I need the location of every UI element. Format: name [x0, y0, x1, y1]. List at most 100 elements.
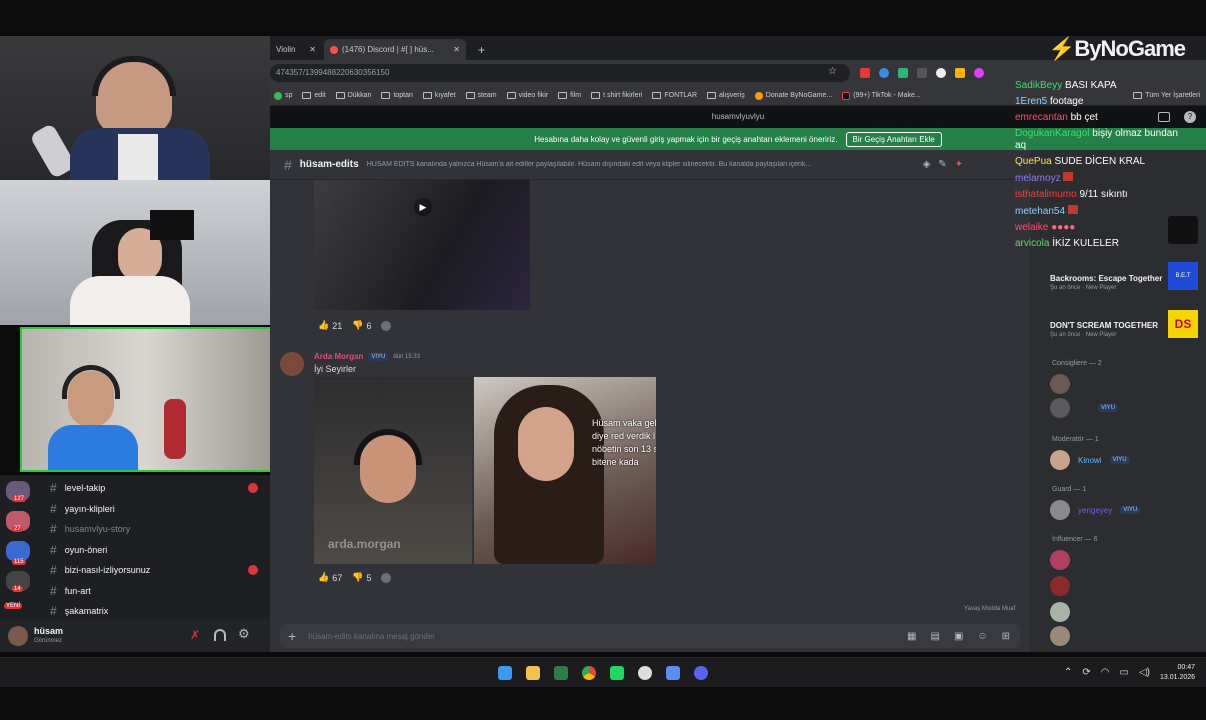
member-row[interactable]: [1050, 576, 1070, 596]
reaction-thumbs-down[interactable]: 👎 5: [352, 572, 371, 583]
message-input[interactable]: + hüsam-edits kanalına mesaj gönder ▦ ▤ ▣ ☺…: [280, 624, 1020, 648]
clock[interactable]: 00:47 13.01.2026: [1160, 663, 1195, 683]
video-attachment-left[interactable]: arda.morgan: [314, 377, 472, 564]
section-moderator: Moderatör — 1: [1052, 436, 1099, 443]
channel-topic[interactable]: HÜSAM EDİTS kanalında yalnızca Hüsam'a a…: [367, 161, 907, 168]
avatar: [1050, 550, 1070, 570]
close-icon[interactable]: ✕: [309, 45, 316, 54]
bookmark-film[interactable]: film: [558, 92, 581, 99]
channel-yayin-klipleri[interactable]: # yayın-klipleri: [50, 502, 115, 516]
bookmark-alisveris[interactable]: alışveriş: [707, 92, 745, 99]
activity-card[interactable]: Backrooms: Escape Together Şu an önce · N…: [1050, 274, 1162, 291]
server-icon[interactable]: [6, 541, 30, 561]
app-icon[interactable]: [554, 666, 568, 680]
url-input[interactable]: 474357/1399488220630356150: [270, 64, 850, 82]
app-icon[interactable]: [666, 666, 680, 680]
bookmark-donate[interactable]: Donate ByNoGame...: [754, 91, 832, 100]
gif-icon[interactable]: ▤: [930, 631, 939, 642]
file-explorer-icon[interactable]: [526, 666, 540, 680]
member-row[interactable]: [1050, 550, 1070, 570]
channel-bizi-nasil[interactable]: # bizi-nasıl-izliyorsunuz: [50, 563, 150, 577]
hashtag-icon: #: [50, 481, 57, 495]
folder-icon: [707, 92, 717, 99]
gift-icon[interactable]: ▦: [907, 631, 916, 642]
add-reaction-icon[interactable]: [381, 572, 392, 583]
reaction-row: 👍 21 👎 6: [318, 320, 392, 331]
star-icon[interactable]: ☆: [828, 66, 837, 77]
chat-message: isthatalimumo 9/11 sıkıntı: [1015, 189, 1128, 200]
bookmark-video-fikir[interactable]: video fikir: [506, 92, 548, 99]
channel-oyun-oneri[interactable]: # oyun-öneri: [50, 543, 107, 557]
rcb-game-icon: [1168, 216, 1198, 244]
emoji-icon[interactable]: ☺: [977, 631, 987, 642]
plus-icon[interactable]: +: [288, 628, 296, 644]
sticker-icon[interactable]: ▣: [954, 631, 963, 642]
sync-icon[interactable]: ⟳: [1082, 667, 1090, 678]
reaction-thumbs-down[interactable]: 👎 6: [352, 320, 371, 331]
tab-violin[interactable]: Violin ✕: [270, 39, 322, 60]
reaction-row: 👍 67 👎 5: [318, 572, 392, 583]
avatar[interactable]: [280, 352, 304, 376]
author-name[interactable]: Arda Morgan: [314, 352, 363, 361]
bookmark-edit[interactable]: edit: [302, 92, 326, 99]
channel-fun-art[interactable]: # fun-art: [50, 584, 91, 598]
member-row[interactable]: [1050, 374, 1070, 394]
hashtag-icon: #: [50, 584, 57, 598]
reaction-thumbs-up[interactable]: 👍 67: [318, 572, 342, 583]
bookmark-fontlar[interactable]: FONTLAR: [652, 92, 697, 99]
add-passkey-button[interactable]: Bir Geçiş Anahtarı Ekle: [845, 131, 942, 147]
video-attachment-right[interactable]: Hüsam vaka gel diye red verdik l nöbetin…: [474, 377, 656, 564]
volume-icon[interactable]: ◁): [1139, 667, 1150, 678]
webcam-streamer-2: [0, 180, 270, 325]
channel-level-takip[interactable]: # level-takip: [50, 481, 105, 495]
bookmark-tiktok[interactable]: (99+) TikTok - Make...: [842, 91, 921, 100]
bookmark-tshirt[interactable]: t shirt fikirleri: [591, 92, 642, 99]
avatar: [1050, 398, 1070, 418]
member-row[interactable]: Kinowi VIYU: [1050, 450, 1130, 470]
shirt: [118, 134, 158, 180]
avatar[interactable]: [8, 626, 28, 646]
bookmark-kiyafet[interactable]: kıyafet: [422, 92, 456, 99]
bookmark-sp[interactable]: sp: [274, 91, 292, 100]
app-icon[interactable]: [638, 666, 652, 680]
headphones-icon[interactable]: [214, 629, 226, 641]
bookmark-dukkan[interactable]: Dükkan: [335, 92, 371, 99]
mute-icon[interactable]: ✎: [938, 159, 946, 170]
start-icon[interactable]: [498, 666, 512, 680]
pin-icon[interactable]: ✦: [955, 159, 963, 170]
wifi-icon[interactable]: ◠: [1101, 667, 1110, 678]
reaction-thumbs-up[interactable]: 👍 21: [318, 320, 342, 331]
monitor-icon[interactable]: ▭: [1120, 667, 1129, 678]
bookmark-steam[interactable]: steam: [465, 92, 497, 99]
activity-card[interactable]: DON'T SCREAM TOGETHER Şu an önce · New Pl…: [1050, 321, 1158, 338]
discord-icon[interactable]: [694, 666, 708, 680]
help-icon[interactable]: ?: [1184, 111, 1196, 123]
add-reaction-icon[interactable]: [381, 320, 392, 331]
folder-icon: [335, 92, 345, 99]
mic-muted-icon[interactable]: ✗: [190, 628, 200, 642]
new-tab-button[interactable]: +: [472, 39, 491, 60]
inbox-icon[interactable]: [1158, 112, 1170, 122]
member-row[interactable]: yengeyey VIYU: [1050, 500, 1141, 520]
close-icon[interactable]: ✕: [453, 45, 460, 54]
hashtag-icon: #: [50, 543, 57, 557]
channel-husamvlyu-story[interactable]: # husamvlyu-story: [50, 522, 130, 536]
member-row[interactable]: [1050, 626, 1070, 646]
bookmark-toptan[interactable]: toptan: [381, 92, 413, 99]
video-watermark: arda.morgan: [328, 537, 401, 551]
video-attachment[interactable]: ▶: [314, 180, 530, 310]
play-icon[interactable]: ▶: [414, 198, 432, 216]
chevron-up-icon[interactable]: ⌃: [1064, 667, 1072, 678]
chrome-icon[interactable]: [582, 666, 596, 680]
tab-discord[interactable]: (1476) Discord | #[ ] hüs... ✕: [324, 39, 466, 60]
threads-icon[interactable]: ◈: [923, 159, 931, 170]
member-row[interactable]: VIYU: [1050, 398, 1119, 418]
apps-icon[interactable]: ⊞: [1002, 631, 1010, 642]
settings-gear-icon[interactable]: ⚙: [238, 626, 250, 642]
chat-message: DogukanKaragol bişiy olmaz bundan: [1015, 128, 1178, 139]
spotify-icon[interactable]: [610, 666, 624, 680]
bookmark-all[interactable]: Tüm Yer İşaretleri: [1133, 92, 1206, 99]
channel-sakamatrix[interactable]: # şakamatrix: [50, 604, 108, 618]
member-row[interactable]: [1050, 602, 1070, 622]
role-tag: VIYU: [1120, 506, 1141, 514]
